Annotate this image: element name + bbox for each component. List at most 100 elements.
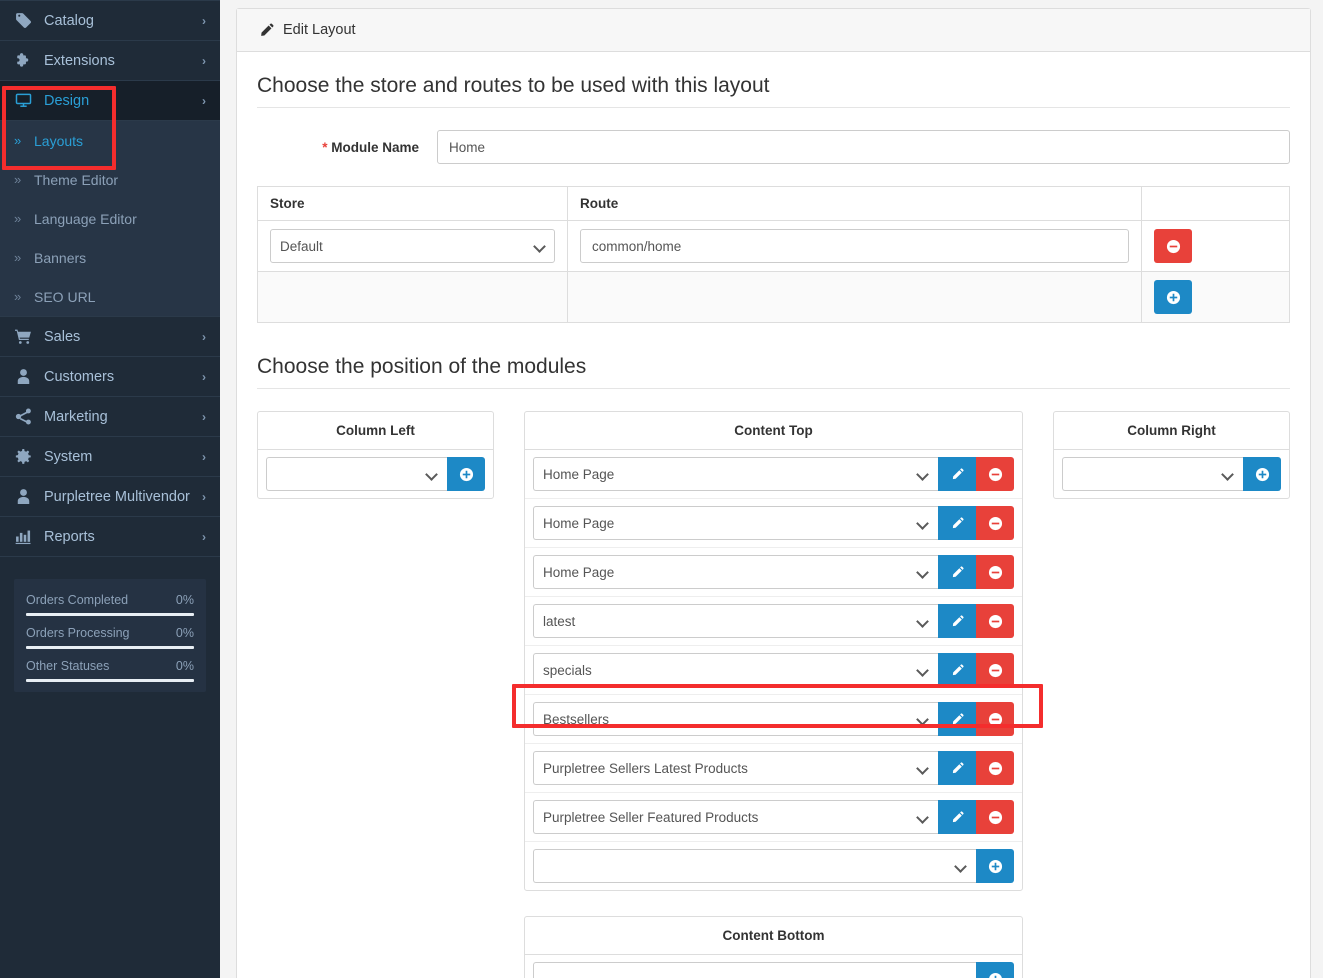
sidebar-item-layouts[interactable]: » Layouts bbox=[0, 121, 220, 160]
column-left-select-wrap bbox=[266, 457, 447, 491]
cell-actions bbox=[1141, 220, 1290, 272]
column-left-title: Column Left bbox=[258, 412, 493, 450]
column-right-add-button[interactable] bbox=[1243, 457, 1281, 491]
tag-icon bbox=[12, 12, 34, 29]
remove-module-button[interactable] bbox=[976, 702, 1014, 736]
double-chevron-icon: » bbox=[14, 133, 22, 148]
content-top-module-select[interactable]: Home Page bbox=[533, 506, 938, 540]
pencil-icon bbox=[951, 467, 964, 481]
remove-module-button[interactable] bbox=[976, 751, 1014, 785]
remove-module-button[interactable] bbox=[976, 800, 1014, 834]
sidebar-item-purpletree-multivendor[interactable]: Purpletree Multivendor › bbox=[0, 477, 220, 517]
stat-orders-completed: Orders Completed 0% bbox=[26, 583, 194, 616]
content-top-module-select[interactable]: Home Page bbox=[533, 457, 938, 491]
pencil-icon bbox=[951, 516, 964, 530]
remove-module-button[interactable] bbox=[976, 506, 1014, 540]
minus-circle-icon bbox=[988, 712, 1003, 727]
required-asterisk: * bbox=[322, 139, 328, 155]
content-top-new-module-select[interactable] bbox=[533, 849, 976, 883]
column-right-module-select[interactable] bbox=[1062, 457, 1243, 491]
panel-title: Edit Layout bbox=[283, 22, 356, 38]
edit-module-button[interactable] bbox=[938, 702, 976, 736]
sidebar-item-label: Catalog bbox=[44, 12, 94, 29]
content-top-wrap: Content Top Home Page Home Page Home Pag… bbox=[512, 411, 1043, 891]
pencil-icon bbox=[951, 565, 964, 579]
puzzle-icon bbox=[12, 52, 34, 69]
module-select-wrap: Home Page bbox=[533, 457, 938, 491]
edit-module-button[interactable] bbox=[938, 457, 976, 491]
content-bottom-add-button[interactable] bbox=[976, 962, 1014, 978]
content-top-module-select[interactable]: Purpletree Seller Featured Products bbox=[533, 800, 938, 834]
double-chevron-icon: » bbox=[14, 211, 22, 226]
module-name-input[interactable] bbox=[437, 130, 1290, 164]
sidebar-item-seo-url[interactable]: » SEO URL bbox=[0, 277, 220, 316]
content-top-module-select[interactable]: Bestsellers bbox=[533, 702, 938, 736]
minus-circle-icon bbox=[988, 614, 1003, 629]
order-stats-panel: Orders Completed 0% Orders Processing 0%… bbox=[14, 579, 206, 692]
column-right-add-row bbox=[1054, 450, 1289, 498]
edit-module-button[interactable] bbox=[938, 751, 976, 785]
content-top-row: Home Page bbox=[525, 548, 1022, 597]
pencil-icon bbox=[951, 614, 964, 628]
plus-circle-icon bbox=[1166, 290, 1181, 305]
remove-module-button[interactable] bbox=[976, 653, 1014, 687]
add-route-button[interactable] bbox=[1154, 280, 1192, 314]
double-chevron-icon: » bbox=[14, 289, 22, 304]
chevron-right-icon: › bbox=[202, 53, 206, 68]
module-select-wrap: Purpletree Sellers Latest Products bbox=[533, 751, 938, 785]
sidebar-item-label: Marketing bbox=[44, 408, 108, 425]
edit-module-button[interactable] bbox=[938, 604, 976, 638]
minus-circle-icon bbox=[988, 565, 1003, 580]
store-select[interactable]: Default bbox=[270, 229, 555, 263]
edit-module-button[interactable] bbox=[938, 555, 976, 589]
table-header-row: Store Route bbox=[257, 186, 1290, 221]
sidebar-item-label: Purpletree Multivendor bbox=[44, 488, 190, 505]
content-top-module-select[interactable]: latest bbox=[533, 604, 938, 638]
sidebar-item-theme-editor[interactable]: » Theme Editor bbox=[0, 160, 220, 199]
sidebar-item-extensions[interactable]: Extensions › bbox=[0, 41, 220, 81]
remove-module-button[interactable] bbox=[976, 457, 1014, 491]
sidebar-item-design[interactable]: Design › bbox=[0, 81, 220, 121]
route-input[interactable] bbox=[580, 229, 1129, 263]
chevron-right-icon: › bbox=[202, 529, 206, 544]
column-left-box: Column Left bbox=[257, 411, 494, 499]
sidebar-item-label: Customers bbox=[44, 368, 115, 385]
sidebar-item-reports[interactable]: Reports › bbox=[0, 517, 220, 557]
edit-layout-panel: Edit Layout Choose the store and routes … bbox=[236, 8, 1311, 978]
edit-module-button[interactable] bbox=[938, 653, 976, 687]
sidebar-item-marketing[interactable]: Marketing › bbox=[0, 397, 220, 437]
sidebar-item-sales[interactable]: Sales › bbox=[0, 317, 220, 357]
content-columns-container: Content Top Home Page Home Page Home Pag… bbox=[512, 411, 1043, 978]
chevron-right-icon: › bbox=[202, 329, 206, 344]
remove-route-button[interactable] bbox=[1154, 229, 1192, 263]
share-icon bbox=[12, 408, 34, 425]
content-top-module-select[interactable]: Home Page bbox=[533, 555, 938, 589]
column-left-add-button[interactable] bbox=[447, 457, 485, 491]
edit-module-button[interactable] bbox=[938, 506, 976, 540]
content-bottom-module-select[interactable] bbox=[533, 962, 976, 978]
content-top-row: Home Page bbox=[525, 499, 1022, 548]
minus-circle-icon bbox=[1166, 239, 1181, 254]
sidebar-subitem-label: Language Editor bbox=[34, 210, 137, 227]
content-top-row: latest bbox=[525, 597, 1022, 646]
remove-module-button[interactable] bbox=[976, 604, 1014, 638]
remove-module-button[interactable] bbox=[976, 555, 1014, 589]
column-left-add-row bbox=[258, 450, 493, 498]
sidebar-item-language-editor[interactable]: » Language Editor bbox=[0, 199, 220, 238]
sidebar: Catalog › Extensions › Design › » Layout… bbox=[0, 0, 220, 978]
double-chevron-icon: » bbox=[14, 250, 22, 265]
content-top-module-select-purpletree-sellers-latest-products[interactable]: Purpletree Sellers Latest Products bbox=[533, 751, 938, 785]
content-top-add-button[interactable] bbox=[976, 849, 1014, 883]
input-group: latest bbox=[533, 604, 1014, 638]
table-row: Default bbox=[257, 220, 1290, 272]
gear-icon bbox=[12, 448, 34, 465]
content-top-box: Content Top Home Page Home Page Home Pag… bbox=[524, 411, 1023, 891]
sidebar-item-catalog[interactable]: Catalog › bbox=[0, 1, 220, 41]
section-store-legend: Choose the store and routes to be used w… bbox=[257, 74, 1290, 108]
column-left-module-select[interactable] bbox=[266, 457, 447, 491]
sidebar-item-system[interactable]: System › bbox=[0, 437, 220, 477]
content-top-module-select[interactable]: specials bbox=[533, 653, 938, 687]
sidebar-item-customers[interactable]: Customers › bbox=[0, 357, 220, 397]
edit-module-button[interactable] bbox=[938, 800, 976, 834]
sidebar-item-banners[interactable]: » Banners bbox=[0, 238, 220, 277]
